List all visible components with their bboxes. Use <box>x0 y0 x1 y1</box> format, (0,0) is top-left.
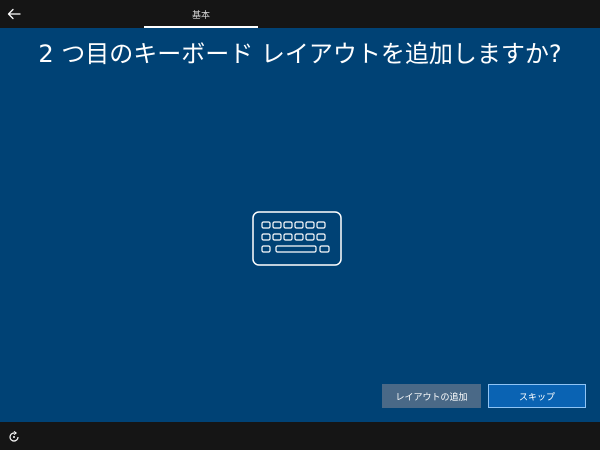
ease-of-access-button[interactable] <box>6 429 22 445</box>
skip-button[interactable]: スキップ <box>488 384 586 408</box>
tab-basics: 基本 <box>144 0 258 28</box>
skip-button-label: スキップ <box>518 392 555 403</box>
ease-of-access-icon <box>9 431 19 442</box>
page-title: 2 つ目のキーボード レイアウトを追加しますか? <box>38 40 562 68</box>
top-bar: 基本 <box>0 0 600 28</box>
oobe-screen: 基本 2 つ目のキーボード レイアウトを追加しますか? レイアウトの追加 スキッ… <box>0 0 600 450</box>
add-layout-button-label: レイアウトの追加 <box>395 392 468 403</box>
add-layout-button[interactable]: レイアウトの追加 <box>382 384 481 408</box>
bottom-bar <box>0 422 600 450</box>
keyboard-icon <box>252 211 342 266</box>
tab-active-indicator <box>144 26 258 28</box>
back-button[interactable] <box>4 4 24 24</box>
back-arrow-icon <box>7 8 21 20</box>
tab-label: 基本 <box>191 10 210 21</box>
